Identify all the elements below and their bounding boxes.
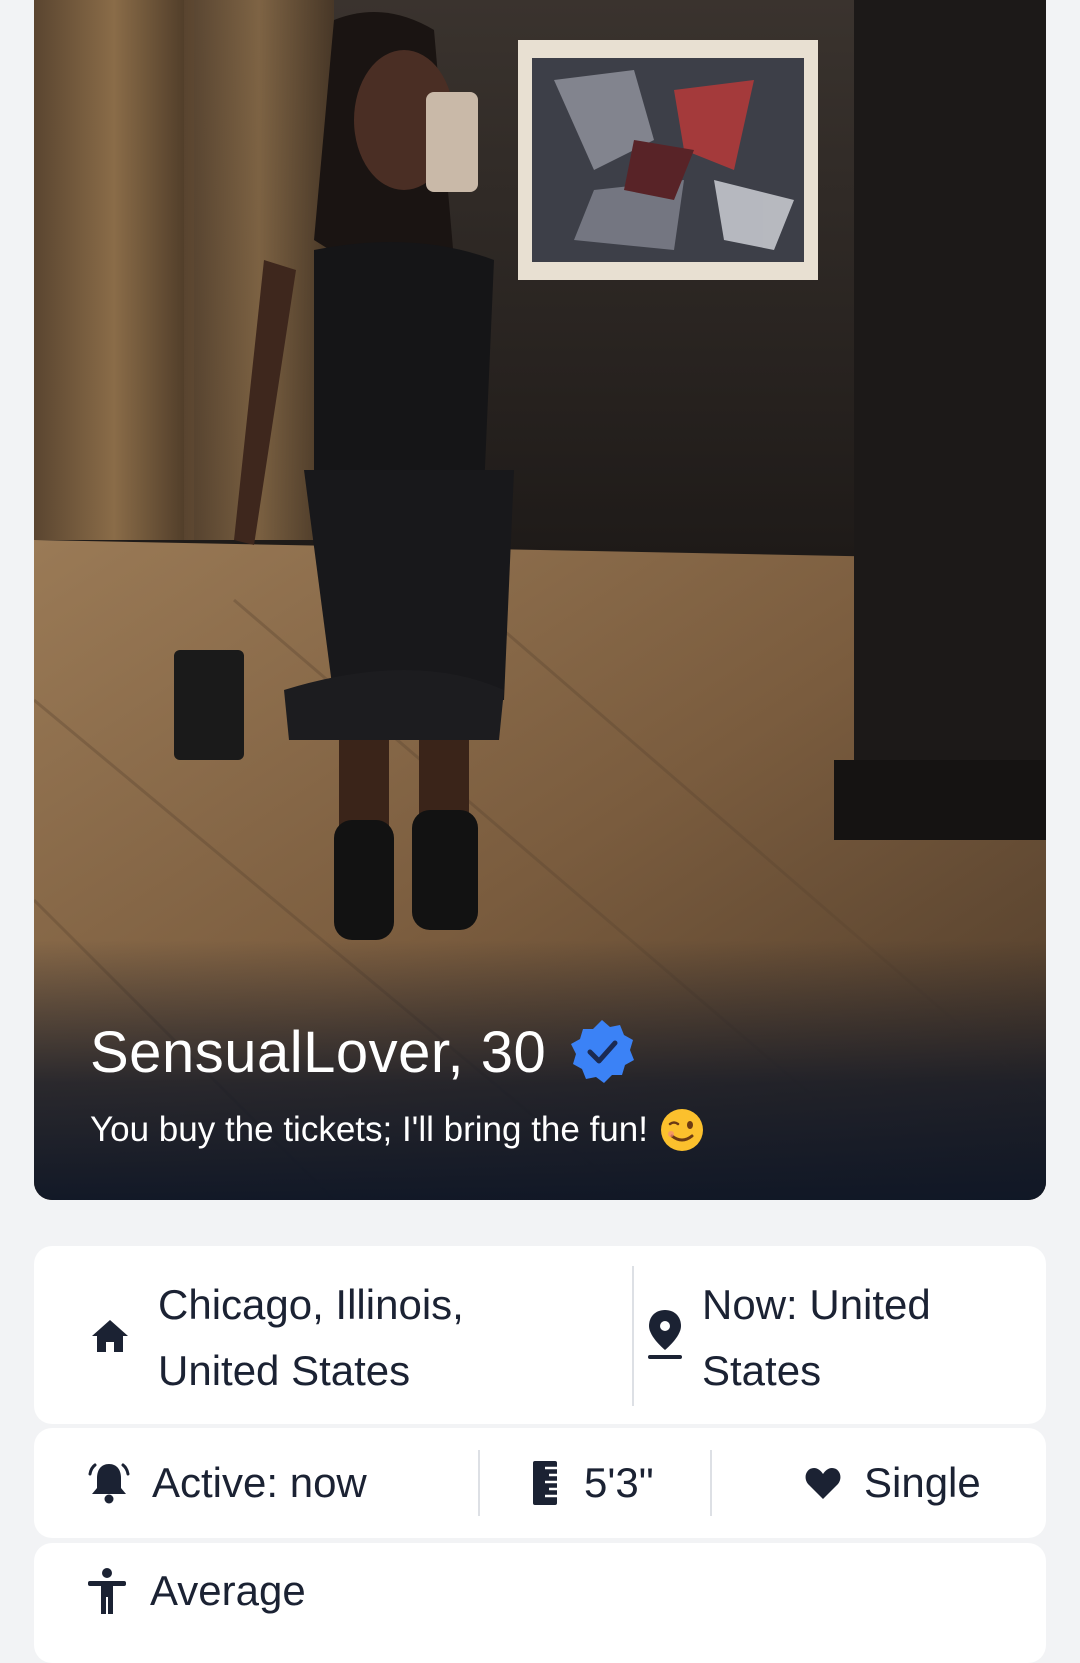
current-location-label: Now: United States [702, 1272, 1022, 1404]
stat-height: 5'3" [532, 1428, 654, 1538]
location-pin-icon [644, 1308, 686, 1360]
location-divider [632, 1266, 634, 1406]
profile-name-age: SensualLover, 30 [90, 1019, 547, 1085]
profile-tagline: You buy the tickets; I'll bring the fun! [90, 1110, 648, 1149]
stat-active: Active: now [86, 1428, 367, 1538]
hometown-line-1: Chicago, Illinois, [158, 1281, 464, 1328]
stat-relationship: Single [804, 1428, 981, 1538]
name-row: SensualLover, 30 [90, 1018, 636, 1086]
current-location-line-1: Now: United [702, 1281, 931, 1328]
hometown-line-2: United States [158, 1347, 411, 1394]
body-type-card: Average [34, 1543, 1046, 1663]
body-type-label: Average [150, 1567, 306, 1614]
home-icon [90, 1316, 130, 1356]
heart-icon [804, 1465, 842, 1501]
height-label: 5'3" [584, 1459, 654, 1506]
location-card: Chicago, Illinois, United States Now: Un… [34, 1246, 1046, 1424]
stats-card: Active: now 5'3" Single [34, 1428, 1046, 1538]
tagline-row: You buy the tickets; I'll bring the fun! [90, 1108, 704, 1152]
bell-icon [86, 1460, 132, 1506]
ruler-icon [532, 1460, 558, 1506]
current-location-line-2: States [702, 1347, 822, 1394]
hometown-label: Chicago, Illinois, United States [158, 1272, 598, 1404]
body-type-row: Average [86, 1567, 306, 1615]
person-icon [86, 1567, 128, 1615]
profile-photo-card[interactable]: SensualLover, 30 You buy the tickets; I'… [34, 0, 1046, 1200]
verified-badge-icon [568, 1018, 636, 1086]
stats-divider-1 [478, 1450, 480, 1516]
stats-divider-2 [710, 1450, 712, 1516]
active-status-label: Active: now [152, 1459, 367, 1506]
relationship-label: Single [864, 1459, 981, 1506]
winking-face-icon [660, 1108, 704, 1152]
